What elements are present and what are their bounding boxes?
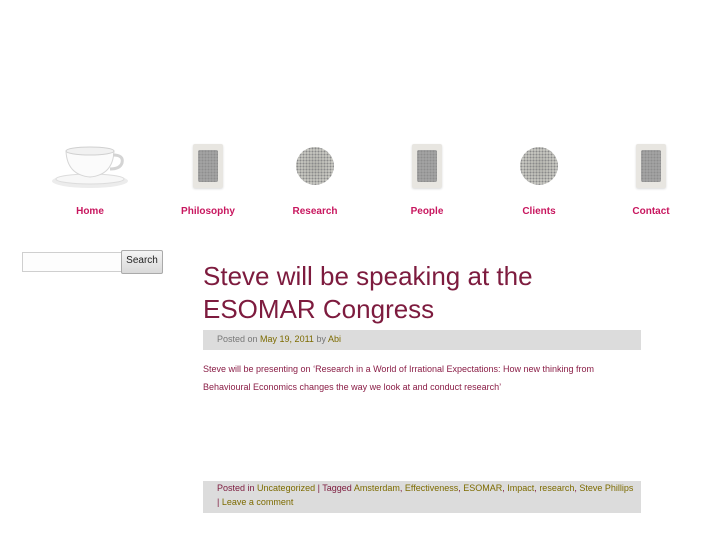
post-content: Steve will be presenting on ‘Research in… bbox=[203, 364, 595, 392]
tag-link[interactable]: Effectiveness bbox=[405, 483, 458, 493]
post-title[interactable]: Steve will be speaking at the ESOMAR Con… bbox=[203, 260, 633, 326]
leave-comment-link[interactable]: Leave a comment bbox=[222, 497, 294, 507]
nav-label-contact[interactable]: Contact bbox=[596, 206, 706, 217]
tag-link[interactable]: Amsterdam bbox=[354, 483, 400, 493]
search-input[interactable] bbox=[22, 252, 122, 272]
posted-on-label: Posted on bbox=[217, 334, 258, 344]
author-link[interactable]: Abi bbox=[328, 334, 341, 344]
nav-item-home[interactable]: Home bbox=[35, 138, 145, 217]
nav-label-home[interactable]: Home bbox=[35, 206, 145, 217]
by-label: by bbox=[316, 334, 326, 344]
nav-label-clients[interactable]: Clients bbox=[484, 206, 594, 217]
tag-link[interactable]: ESOMAR bbox=[463, 483, 502, 493]
main-navigation: Home Philosophy Research People Clients … bbox=[0, 138, 727, 228]
category-link[interactable]: Uncategorized bbox=[257, 483, 315, 493]
nav-item-philosophy[interactable]: Philosophy bbox=[153, 138, 263, 217]
teabag-icon bbox=[153, 138, 263, 194]
posted-in-label: Posted in bbox=[217, 483, 255, 493]
comment-separator: | bbox=[217, 497, 220, 507]
tag-link[interactable]: research bbox=[539, 483, 574, 493]
teabag-icon bbox=[596, 138, 706, 194]
search-button[interactable]: Search bbox=[121, 250, 163, 274]
tag-link[interactable]: Steve Phillips bbox=[579, 483, 633, 493]
post-meta: Posted on May 19, 2011 by Abi bbox=[203, 330, 641, 350]
nav-label-people[interactable]: People bbox=[372, 206, 482, 217]
post-date-link[interactable]: May 19, 2011 bbox=[260, 334, 314, 344]
loose-tea-icon bbox=[260, 138, 370, 194]
nav-label-research[interactable]: Research bbox=[260, 206, 370, 217]
post-footer: Posted in Uncategorized | Tagged Amsterd… bbox=[203, 481, 641, 513]
tagged-label: | Tagged bbox=[317, 483, 352, 493]
teabag-icon bbox=[372, 138, 482, 194]
nav-item-people[interactable]: People bbox=[372, 138, 482, 217]
nav-item-contact[interactable]: Contact bbox=[596, 138, 706, 217]
nav-item-clients[interactable]: Clients bbox=[484, 138, 594, 217]
loose-tea-icon bbox=[484, 138, 594, 194]
teacup-icon bbox=[35, 138, 145, 194]
tag-link[interactable]: Impact bbox=[507, 483, 534, 493]
nav-label-philosophy[interactable]: Philosophy bbox=[153, 206, 263, 217]
nav-item-research[interactable]: Research bbox=[260, 138, 370, 217]
